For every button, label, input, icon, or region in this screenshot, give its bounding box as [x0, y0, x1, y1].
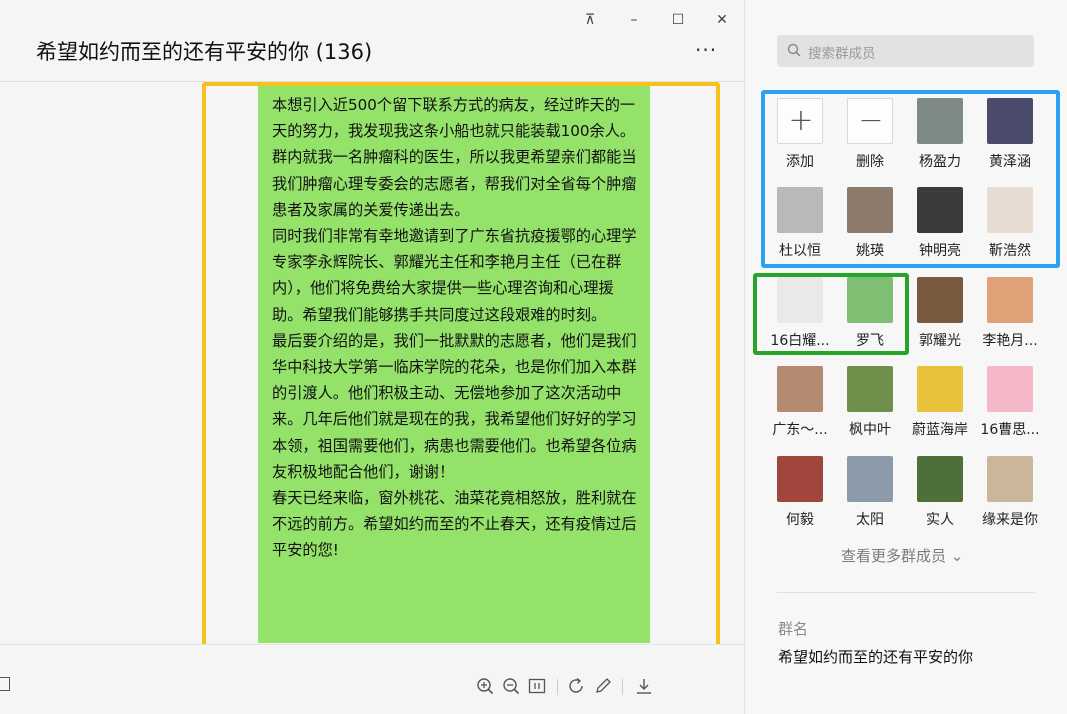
avatar [917, 277, 963, 323]
member-item[interactable]: 16曹思... [979, 366, 1041, 439]
image-viewer: 都成功心理学会的心理学专家 本想引入近500个留下联系方式的病友，经过昨天的一天… [0, 82, 744, 668]
member-name: 郭耀光 [919, 333, 961, 349]
member-name: 姚瑛 [856, 243, 884, 259]
add-member-button[interactable]: + 添加 [769, 98, 831, 171]
corner-icon [0, 677, 10, 691]
edit-icon[interactable] [594, 677, 612, 695]
member-name: 删除 [856, 154, 884, 170]
zoom-in-icon[interactable] [476, 677, 494, 695]
title-bar: 希望如约而至的还有平安的你 (136) ··· ⊼ – ☐ ✕ [0, 0, 744, 82]
divider [777, 592, 1035, 593]
member-sidebar: 搜索群成员 + 添加 − 删除 杨盈力 黄泽涵 杜以恒 姚瑛 钟明亮 靳浩然 1… [744, 0, 1067, 714]
avatar [847, 366, 893, 412]
member-name: 罗飞 [856, 333, 884, 349]
member-name: 黄泽涵 [989, 154, 1031, 170]
avatar [847, 277, 893, 323]
toolbar-separator [622, 679, 623, 695]
member-item[interactable]: 杨盈力 [909, 98, 971, 171]
avatar [987, 98, 1033, 144]
search-placeholder: 搜索群成员 [808, 46, 876, 62]
chat-panel: 希望如约而至的还有平安的你 (136) ··· ⊼ – ☐ ✕ 都成功心理学会的… [0, 0, 744, 714]
member-item[interactable]: 蔚蓝海岸 [909, 366, 971, 439]
toolbar-separator [557, 679, 558, 695]
member-item[interactable]: 郭耀光 [909, 277, 971, 350]
view-more-members-link[interactable]: 查看更多群成员 ⌄ [841, 545, 963, 566]
member-name: 李艳月... [982, 333, 1038, 349]
avatar [847, 187, 893, 233]
remove-icon: − [847, 98, 893, 144]
more-options-button[interactable]: ··· [695, 38, 717, 62]
member-item[interactable]: 黄泽涵 [979, 98, 1041, 171]
viewer-toolbar [0, 644, 744, 714]
member-item[interactable]: 靳浩然 [979, 187, 1041, 260]
member-item[interactable]: 实人 [909, 456, 971, 529]
member-item[interactable]: 钟明亮 [909, 187, 971, 260]
member-item[interactable]: 姚瑛 [839, 187, 901, 260]
maximize-button[interactable]: ☐ [666, 10, 690, 30]
avatar [917, 456, 963, 502]
group-name-label: 群名 [778, 620, 809, 638]
member-name: 广东～... [772, 422, 828, 438]
member-search-input[interactable]: 搜索群成员 [777, 35, 1034, 67]
member-name: 何毅 [786, 512, 814, 528]
member-item[interactable]: 何毅 [769, 456, 831, 529]
avatar [777, 277, 823, 323]
minimize-button[interactable]: – [622, 10, 646, 30]
chat-window: 希望如约而至的还有平安的你 (136) ··· ⊼ – ☐ ✕ 都成功心理学会的… [0, 0, 1067, 714]
chat-title: 希望如约而至的还有平安的你 (136) [36, 40, 373, 64]
avatar [917, 98, 963, 144]
add-icon: + [777, 98, 823, 144]
avatar [777, 187, 823, 233]
member-name: 枫中叶 [849, 422, 891, 438]
pin-icon[interactable]: ⊼ [578, 10, 602, 30]
member-name: 16曹思... [980, 422, 1040, 438]
member-item[interactable]: 罗飞 [839, 277, 901, 350]
rotate-icon[interactable] [568, 677, 586, 695]
actual-size-icon[interactable] [528, 677, 546, 695]
remove-member-button[interactable]: − 删除 [839, 98, 901, 171]
download-icon[interactable] [635, 677, 653, 695]
avatar [987, 277, 1033, 323]
avatar [777, 456, 823, 502]
close-button[interactable]: ✕ [710, 10, 734, 30]
member-item[interactable]: 枫中叶 [839, 366, 901, 439]
group-name-value[interactable]: 希望如约而至的还有平安的你 [778, 646, 973, 667]
member-name: 缘来是你 [982, 512, 1038, 528]
member-item[interactable]: 李艳月... [979, 277, 1041, 350]
avatar [917, 187, 963, 233]
zoom-out-icon[interactable] [502, 677, 520, 695]
highlight-frame [202, 82, 720, 668]
avatar [987, 187, 1033, 233]
member-item[interactable]: 缘来是你 [979, 456, 1041, 529]
search-icon [787, 43, 801, 57]
member-name: 杨盈力 [919, 154, 961, 170]
member-item[interactable]: 太阳 [839, 456, 901, 529]
member-name: 太阳 [856, 512, 884, 528]
avatar [987, 456, 1033, 502]
avatar [847, 456, 893, 502]
member-name: 钟明亮 [919, 243, 961, 259]
avatar [987, 366, 1033, 412]
member-name: 蔚蓝海岸 [912, 422, 968, 438]
member-name: 添加 [786, 154, 814, 170]
avatar [917, 366, 963, 412]
member-item[interactable]: 16白耀... [769, 277, 831, 350]
avatar [777, 366, 823, 412]
member-item[interactable]: 广东～... [769, 366, 831, 439]
member-name: 实人 [926, 512, 954, 528]
member-name: 靳浩然 [989, 243, 1031, 259]
member-name: 杜以恒 [779, 243, 821, 259]
member-name: 16白耀... [770, 333, 830, 349]
member-item[interactable]: 杜以恒 [769, 187, 831, 260]
